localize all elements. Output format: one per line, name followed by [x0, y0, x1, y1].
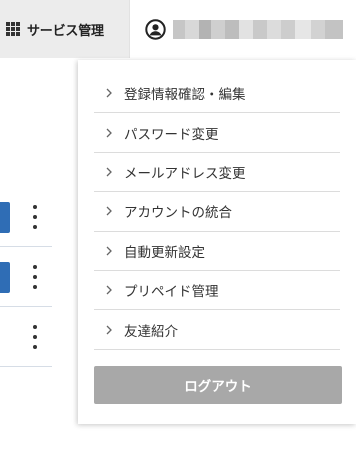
user-name-redacted — [173, 19, 343, 39]
menu-item-label: メールアドレス変更 — [124, 165, 246, 182]
user-menu-trigger[interactable] — [132, 0, 356, 58]
menu-item-label: アカウントの統合 — [124, 205, 232, 222]
user-circle-icon — [145, 18, 166, 40]
menu-item-account-merge[interactable]: アカウントの統合 — [94, 192, 340, 232]
top-bar: サービス管理 — [0, 0, 356, 58]
chevron-right-icon — [106, 325, 112, 334]
menu-item-password-change[interactable]: パスワード変更 — [94, 113, 340, 153]
account-dropdown-menu: 登録情報確認・編集 パスワード変更 メールアドレス変更 アカウントの統合 自動更… — [78, 60, 356, 424]
grid-icon — [6, 22, 20, 36]
menu-item-label: パスワード変更 — [124, 126, 219, 143]
service-management-label: サービス管理 — [27, 23, 104, 39]
service-management-button[interactable]: サービス管理 — [0, 0, 130, 58]
menu-item-label: プリペイド管理 — [124, 284, 219, 301]
chevron-right-icon — [106, 246, 112, 256]
more-vertical-icon[interactable] — [31, 205, 39, 229]
menu-item-email-change[interactable]: メールアドレス変更 — [94, 153, 340, 193]
menu-item-friend-referral[interactable]: 友達紹介 — [94, 310, 340, 350]
logout-button[interactable]: ログアウト — [94, 366, 342, 404]
menu-item-registration-info[interactable]: 登録情報確認・編集 — [94, 74, 340, 114]
chevron-right-icon — [106, 88, 112, 98]
menu-item-label: 自動更新設定 — [124, 244, 205, 261]
menu-item-prepaid[interactable]: プリペイド管理 — [94, 271, 340, 311]
account-menu-list: 登録情報確認・編集 パスワード変更 メールアドレス変更 アカウントの統合 自動更… — [94, 74, 340, 350]
menu-item-auto-renewal[interactable]: 自動更新設定 — [94, 232, 340, 271]
list-item — [0, 247, 52, 307]
chevron-right-icon — [106, 285, 112, 295]
more-vertical-icon[interactable] — [31, 265, 39, 289]
more-vertical-icon[interactable] — [31, 325, 39, 349]
list-item — [0, 307, 52, 367]
chevron-right-icon — [106, 167, 112, 177]
chevron-right-icon — [106, 128, 112, 138]
list-item — [0, 187, 52, 247]
row-action-button[interactable] — [0, 202, 10, 233]
row-action-button[interactable] — [0, 262, 10, 293]
menu-item-label: 友達紹介 — [124, 323, 178, 340]
menu-item-label: 登録情報確認・編集 — [124, 87, 246, 104]
chevron-right-icon — [106, 206, 112, 216]
